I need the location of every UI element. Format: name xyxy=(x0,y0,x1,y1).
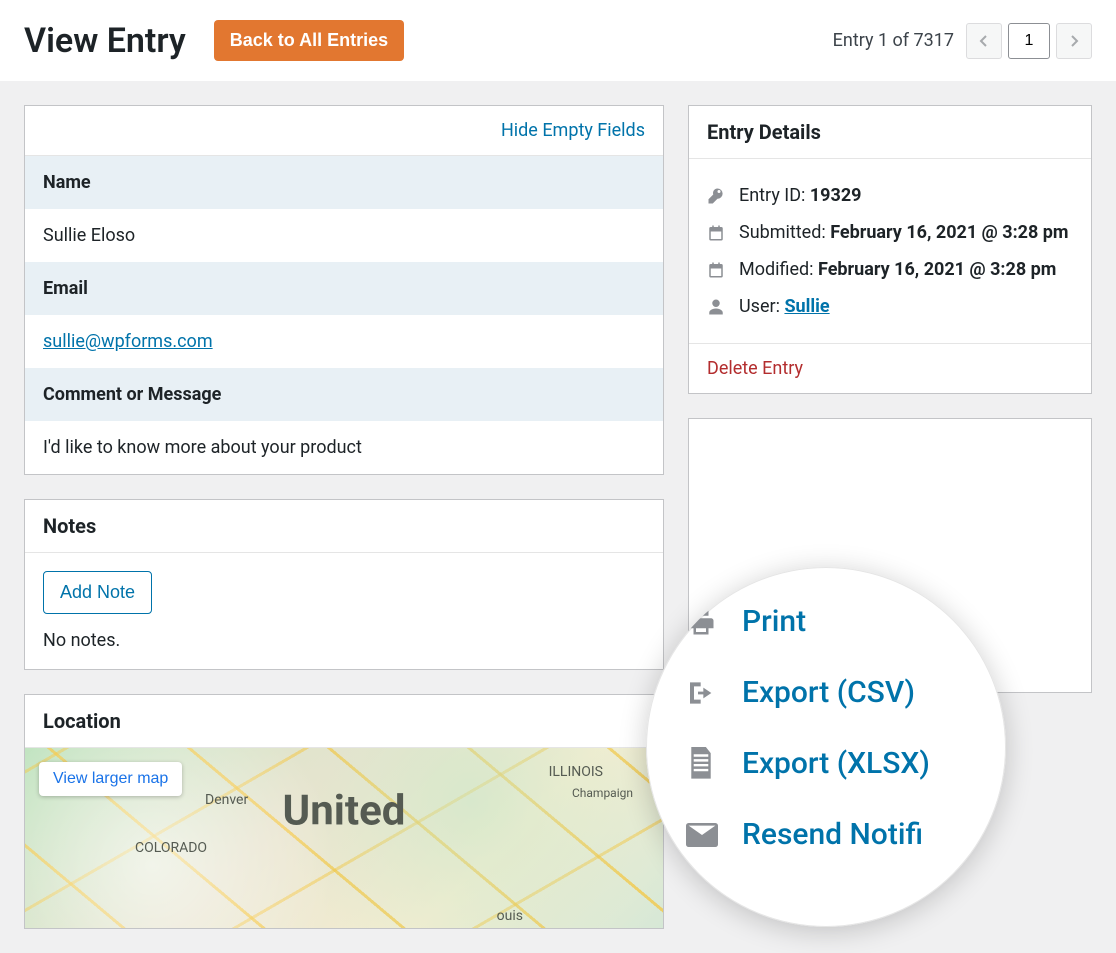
notes-title: Notes xyxy=(25,500,663,553)
zoom-magnifier: Print Export (CSV) Export (XLSX) Resend … xyxy=(646,567,1006,927)
field-value-email-link[interactable]: sullie@wpforms.com xyxy=(43,331,213,352)
calendar-icon xyxy=(707,224,727,242)
field-label-comment: Comment or Message xyxy=(25,368,663,421)
pager-next-button[interactable] xyxy=(1056,23,1092,59)
location-map[interactable]: View larger map United Denver ILLINOIS C… xyxy=(25,748,663,928)
pager-text: Entry 1 of 7317 xyxy=(833,30,954,51)
map-label-ouis: ouis xyxy=(497,908,523,924)
chevron-left-icon xyxy=(978,34,990,48)
user-icon xyxy=(707,298,727,316)
map-label-champaign: Champaign xyxy=(572,786,633,800)
file-icon xyxy=(686,747,724,781)
modified-row: Modified: February 16, 2021 @ 3:28 pm xyxy=(739,259,1056,280)
export-xlsx-action[interactable]: Export (XLSX) xyxy=(686,728,966,799)
back-to-entries-button[interactable]: Back to All Entries xyxy=(214,20,404,61)
pager-prev-button[interactable] xyxy=(966,23,1002,59)
field-label-email: Email xyxy=(25,262,663,315)
pager: Entry 1 of 7317 xyxy=(833,23,1092,59)
resend-notifications-action[interactable]: Resend Notifi xyxy=(686,799,966,870)
export-csv-action[interactable]: Export (CSV) xyxy=(686,657,966,728)
field-label-name: Name xyxy=(25,156,663,209)
key-icon xyxy=(707,187,727,205)
map-label-united: United xyxy=(283,787,406,836)
print-action[interactable]: Print xyxy=(686,586,966,657)
map-label-illinois: ILLINOIS xyxy=(549,764,603,780)
add-note-button[interactable]: Add Note xyxy=(43,571,152,614)
mail-icon xyxy=(686,823,724,847)
entry-fields-panel: Hide Empty Fields Name Sullie Eloso Emai… xyxy=(24,105,664,475)
hide-empty-fields-link[interactable]: Hide Empty Fields xyxy=(501,120,645,141)
field-value-name: Sullie Eloso xyxy=(25,209,663,262)
submitted-row: Submitted: February 16, 2021 @ 3:28 pm xyxy=(739,222,1069,243)
location-panel: Location View larger map United Denver I… xyxy=(24,694,664,929)
chevron-right-icon xyxy=(1068,34,1080,48)
export-icon xyxy=(686,677,724,709)
map-label-denver: Denver xyxy=(205,792,248,808)
page-title: View Entry xyxy=(24,21,186,61)
entry-details-panel: Entry Details Entry ID: 19329 Submitted:… xyxy=(688,105,1092,394)
pager-controls xyxy=(966,23,1092,59)
location-title: Location xyxy=(25,695,663,748)
user-link[interactable]: Sullie xyxy=(784,296,829,317)
field-value-comment: I'd like to know more about your product xyxy=(25,421,663,474)
pager-page-input[interactable] xyxy=(1008,23,1050,59)
map-label-colorado: COLORADO xyxy=(135,840,207,856)
view-larger-map-button[interactable]: View larger map xyxy=(39,762,182,796)
entry-details-title: Entry Details xyxy=(689,106,1091,159)
calendar-icon xyxy=(707,261,727,279)
user-row: User: Sullie xyxy=(739,296,830,317)
delete-entry-link[interactable]: Delete Entry xyxy=(707,358,803,379)
topbar: View Entry Back to All Entries Entry 1 o… xyxy=(0,0,1116,81)
no-notes-text: No notes. xyxy=(43,630,645,651)
entry-id-row: Entry ID: 19329 xyxy=(739,185,861,206)
notes-panel: Notes Add Note No notes. xyxy=(24,499,664,670)
